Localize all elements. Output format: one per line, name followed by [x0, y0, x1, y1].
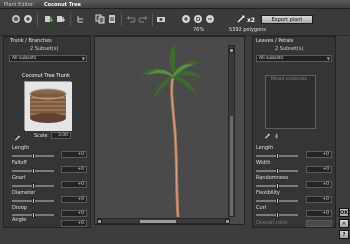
redo-icon[interactable]	[138, 14, 148, 24]
title-plant-name: Coconut Tree	[44, 2, 81, 8]
param-diameter-slider[interactable]	[12, 198, 54, 204]
chevron-down-icon: ▼	[81, 56, 85, 61]
param-gnarl-value[interactable]: +0	[61, 181, 87, 188]
trunk-branches-panel: Trunk / Branches 2 Subset(s) All subsets…	[3, 36, 91, 228]
leaf-material-preview[interactable]: Mixed materials	[265, 75, 316, 129]
cancel-button[interactable]: ✕	[339, 219, 349, 228]
leaves-petals-panel: Leaves / Petals 2 Subset(s) All subsets …	[252, 36, 336, 228]
add-branch-icon[interactable]	[44, 14, 54, 24]
trunk-subset-count: 2 Subset(s)	[30, 46, 59, 52]
leaves-subset-count: 2 Subset(s)	[275, 46, 304, 52]
leaf-curl-slider[interactable]	[256, 212, 298, 218]
param-angle-value[interactable]: +0	[61, 220, 87, 227]
vertical-scroll-thumb[interactable]	[230, 116, 233, 216]
param-length-slider[interactable]	[12, 153, 54, 159]
leaf-length-label: Length	[256, 145, 274, 151]
scale-icon[interactable]	[236, 14, 246, 24]
viewport-vertical-scrollbar[interactable]	[228, 45, 235, 217]
param-length-label: Length	[12, 145, 30, 151]
param-angle-label: Angle	[12, 217, 27, 223]
param-diameter-value[interactable]: +0	[61, 196, 87, 203]
param-falloff-label: Falloff	[12, 160, 27, 166]
new-plant-icon[interactable]	[23, 14, 33, 24]
leaf-flexibility-label: Flexibility	[256, 190, 280, 196]
hierarchy-icon[interactable]	[76, 14, 86, 24]
trunk-panel-title: Trunk / Branches	[10, 38, 52, 44]
leaf-color-icon[interactable]	[273, 132, 280, 139]
param-gnarl-label: Gnarl	[12, 175, 26, 181]
param-falloff-slider[interactable]	[12, 168, 54, 174]
help-button[interactable]: ?	[339, 230, 349, 239]
title-prefix: Plant Editor:	[4, 2, 35, 8]
param-length-value[interactable]: +0	[61, 151, 87, 158]
param-droop-label: Droop	[12, 205, 28, 211]
pick-leaf-texture-icon[interactable]	[264, 132, 271, 139]
horizontal-scroll-thumb[interactable]	[140, 220, 176, 223]
copy-icon[interactable]	[95, 14, 105, 24]
texture-scale-label: Scale	[34, 133, 48, 139]
leaf-randomness-slider[interactable]	[256, 183, 298, 189]
leaves-panel-title: Leaves / Petals	[256, 38, 294, 44]
toolbar: x2 Export plant 76% 5392 polygons	[0, 9, 350, 36]
title-bar: Plant Editor: Coconut Tree	[0, 0, 350, 9]
leaf-width-value[interactable]: +0	[306, 166, 332, 173]
zoom-reset-icon[interactable]	[193, 14, 203, 24]
polygon-count: 5392 polygons	[229, 27, 266, 33]
scroll-left-button[interactable]	[97, 219, 102, 224]
texture-title: Coconut Tree Trunk	[22, 73, 70, 79]
scroll-right-button[interactable]	[225, 219, 230, 224]
leaf-length-value[interactable]: +0	[306, 151, 332, 158]
pick-texture-icon[interactable]	[14, 134, 21, 141]
param-gnarl-slider[interactable]	[12, 183, 54, 189]
leaf-randomness-value[interactable]: +0	[306, 181, 332, 188]
scale-factor: x2	[247, 17, 256, 24]
zoom-in-icon[interactable]	[181, 14, 191, 24]
leaf-width-slider[interactable]	[256, 168, 298, 174]
overall-color-swatch[interactable]	[306, 220, 332, 227]
leaf-flexibility-slider[interactable]	[256, 198, 298, 204]
leaf-flexibility-value[interactable]: +0	[306, 196, 332, 203]
trunk-subset-select[interactable]: All subsets ▼	[9, 55, 87, 62]
leaf-randomness-label: Randomness	[256, 175, 289, 181]
param-diameter-label: Diameter	[12, 190, 36, 196]
add-leaf-icon[interactable]	[56, 14, 66, 24]
chevron-down-icon: ▼	[326, 56, 330, 61]
paste-icon[interactable]	[107, 14, 117, 24]
viewport-horizontal-scrollbar[interactable]	[97, 218, 230, 224]
zoom-out-icon[interactable]	[205, 14, 215, 24]
mixed-materials-label: Mixed materials	[271, 77, 307, 82]
leaf-width-label: Width	[256, 160, 271, 166]
leaf-curl-value[interactable]: +0	[306, 210, 332, 217]
scroll-up-button[interactable]	[229, 48, 234, 53]
open-plant-icon[interactable]	[11, 14, 21, 24]
ok-button[interactable]: OK	[339, 208, 349, 217]
leaf-length-slider[interactable]	[256, 153, 298, 159]
leaves-subset-select[interactable]: All subsets ▼	[256, 55, 332, 62]
param-droop-value[interactable]: +0	[61, 210, 87, 217]
leaf-curl-label: Curl	[256, 205, 267, 211]
plant-editor-window: Plant Editor: Coconut Tree x2 Export pla…	[0, 0, 350, 244]
undo-icon[interactable]	[126, 14, 136, 24]
plant-3d-viewport[interactable]	[94, 36, 245, 225]
coconut-tree-render	[139, 45, 203, 218]
zoom-level: 76%	[193, 27, 205, 33]
export-plant-button[interactable]: Export plant	[261, 15, 313, 24]
param-droop-slider[interactable]	[12, 212, 54, 218]
texture-scale-input[interactable]: 3.00	[51, 132, 71, 139]
camera-icon[interactable]	[156, 14, 166, 24]
overall-color-label: Overall color	[256, 220, 288, 226]
param-falloff-value[interactable]: +0	[61, 166, 87, 173]
trunk-texture-preview[interactable]	[24, 81, 72, 131]
